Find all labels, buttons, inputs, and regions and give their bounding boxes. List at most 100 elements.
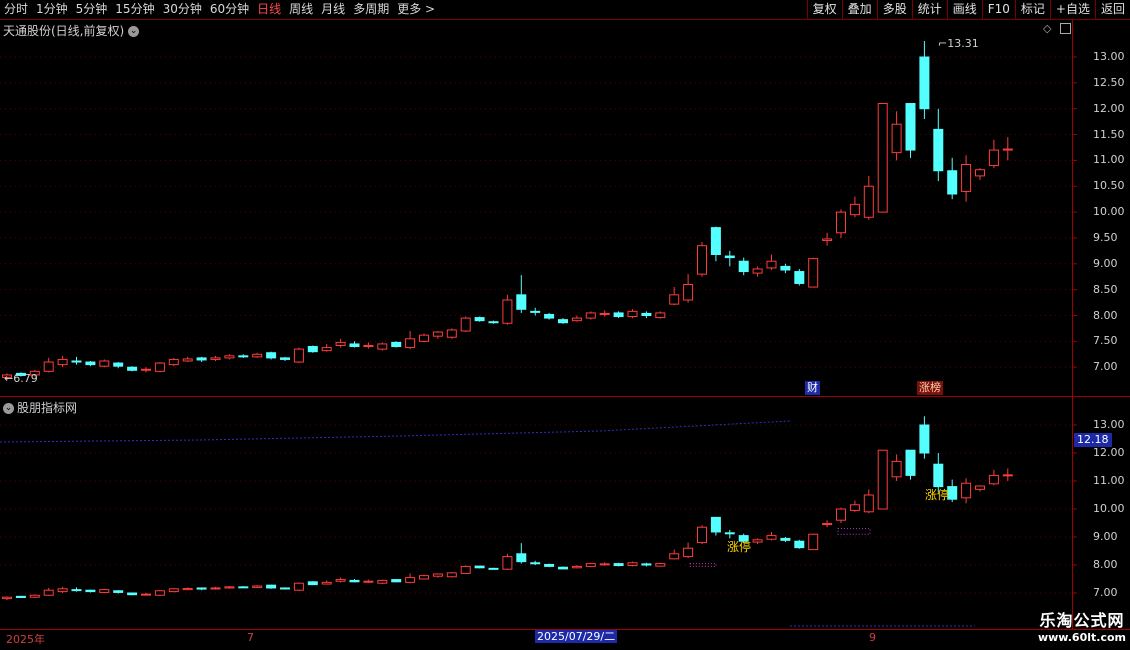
candle-body bbox=[196, 357, 207, 361]
candle-body bbox=[919, 56, 930, 110]
candle-body bbox=[321, 347, 332, 352]
candle-body bbox=[224, 355, 235, 359]
signal-box bbox=[837, 528, 871, 535]
sub-candle-body bbox=[627, 562, 638, 567]
sub-candle-body bbox=[961, 482, 972, 499]
brand-url: www.60lt.com bbox=[1037, 631, 1126, 644]
candle-body bbox=[947, 170, 958, 195]
sub-candle-body bbox=[919, 424, 930, 454]
sub-candle-body bbox=[641, 563, 652, 566]
sub-candle-body bbox=[113, 590, 124, 593]
sub-candle-body bbox=[2, 596, 12, 600]
candle-body bbox=[627, 310, 638, 318]
sub-candle-body bbox=[446, 572, 457, 578]
sub-candle-body bbox=[724, 532, 735, 535]
candle-body bbox=[432, 331, 443, 337]
sub-candle-body bbox=[752, 539, 763, 543]
sub-candle-body bbox=[571, 565, 582, 569]
sub-candle-body bbox=[613, 563, 624, 567]
sub-candle-body bbox=[460, 565, 471, 574]
limit-board-marker[interactable]: 涨榜 bbox=[917, 381, 943, 395]
sub-candle-body bbox=[975, 485, 985, 490]
sub-candle-body bbox=[43, 589, 54, 596]
candle-body bbox=[502, 299, 513, 324]
sub-candle-body bbox=[71, 589, 82, 592]
candle-body bbox=[655, 312, 666, 319]
date-cursor: 2025/07/29/二 bbox=[535, 630, 618, 643]
sub-candle-body bbox=[988, 474, 999, 485]
candle-body bbox=[571, 317, 582, 322]
candle-body bbox=[57, 358, 68, 366]
candle-body bbox=[154, 362, 165, 372]
sub-candle-body bbox=[293, 582, 304, 591]
candle-body bbox=[975, 169, 985, 177]
candle-body bbox=[335, 341, 346, 346]
candle-body bbox=[544, 313, 555, 319]
candle-body bbox=[71, 360, 82, 363]
sub-candle-body bbox=[224, 586, 235, 589]
low-price-label: ←6.79 bbox=[4, 372, 38, 385]
low-price-value: 6.79 bbox=[13, 372, 38, 385]
sub-candle-body bbox=[530, 562, 541, 565]
sub-candle-body bbox=[210, 587, 221, 590]
candle-body bbox=[127, 366, 138, 371]
candle-body bbox=[822, 238, 833, 242]
high-price-label: ⌐13.31 bbox=[938, 37, 979, 50]
candle-body bbox=[863, 185, 874, 218]
candle-body bbox=[488, 321, 499, 324]
candle-body bbox=[419, 334, 429, 342]
candle-body bbox=[808, 258, 819, 288]
sub-candle-body bbox=[599, 563, 610, 566]
candle-body bbox=[391, 341, 402, 348]
candle-body bbox=[99, 360, 110, 367]
sub-candle-body bbox=[154, 590, 165, 596]
sub-candle-body bbox=[15, 595, 26, 598]
sub-candle-body bbox=[558, 566, 568, 570]
candle-body bbox=[877, 103, 888, 213]
candle-body bbox=[683, 283, 694, 301]
sub-candle-body bbox=[933, 463, 944, 488]
sub-candle-body bbox=[266, 584, 277, 589]
finance-marker[interactable]: 财 bbox=[805, 381, 820, 395]
candle-body bbox=[766, 260, 777, 269]
sub-candle-body bbox=[168, 588, 179, 593]
sub-candle-body bbox=[502, 556, 513, 570]
sub-candle-body bbox=[405, 577, 416, 583]
candle-body bbox=[933, 128, 944, 172]
sub-candle-body bbox=[307, 581, 318, 586]
sub-candle-body bbox=[877, 449, 888, 510]
candle-body bbox=[293, 348, 304, 363]
candle-body bbox=[752, 268, 763, 274]
candle-body bbox=[613, 312, 624, 318]
sub-candle-body bbox=[836, 508, 846, 521]
high-price-value: 13.31 bbox=[947, 37, 979, 50]
sub-candle-body bbox=[822, 523, 833, 526]
candle-body bbox=[446, 329, 457, 338]
candle-body bbox=[961, 164, 972, 192]
sub-candle-body bbox=[585, 563, 596, 567]
candle-body bbox=[710, 227, 721, 255]
candle-body bbox=[210, 357, 221, 360]
sub-candle-body bbox=[905, 449, 916, 476]
sub-candle-body bbox=[710, 516, 721, 533]
sub-candle-body bbox=[85, 589, 96, 593]
sub-candle-body bbox=[321, 581, 332, 585]
candle-body bbox=[530, 310, 541, 313]
sub-candle-body bbox=[1002, 474, 1013, 477]
candle-body bbox=[738, 260, 749, 273]
sub-candle-body bbox=[363, 580, 374, 583]
candle-body bbox=[363, 344, 374, 348]
sub-candle-body bbox=[432, 573, 443, 577]
candle-body bbox=[1002, 148, 1013, 151]
sub-candle-body bbox=[488, 567, 499, 570]
sub-candle-body bbox=[238, 586, 249, 589]
sub-candle-body bbox=[780, 537, 791, 541]
candle-body bbox=[460, 317, 471, 332]
limit-up-label: 涨停 bbox=[925, 488, 950, 502]
candle-body bbox=[349, 343, 360, 348]
sub-candle-body bbox=[655, 563, 666, 567]
sub-candle-body bbox=[196, 587, 207, 590]
candle-body bbox=[599, 312, 610, 315]
candlestick-chart[interactable] bbox=[0, 0, 1130, 650]
sub-candle-body bbox=[947, 486, 958, 500]
